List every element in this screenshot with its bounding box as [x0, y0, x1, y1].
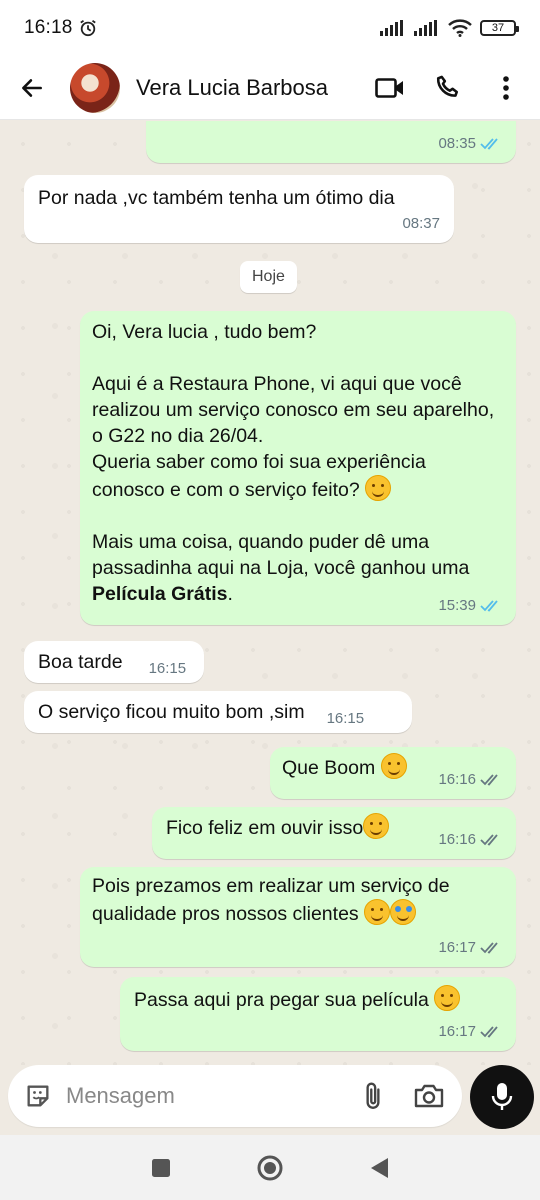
status-time: 16:18	[24, 17, 73, 38]
message-bold-text: Película Grátis	[92, 583, 228, 605]
status-bar: 16:18 37	[0, 0, 540, 56]
message-text-part: Mais uma coisa, quando puder dê uma pass…	[92, 531, 470, 579]
date-chip: Hoje	[240, 261, 297, 293]
sticker-icon[interactable]	[24, 1082, 52, 1110]
message-text: Passa aqui pra pegar sua película	[134, 985, 502, 1013]
back-button-icon[interactable]	[368, 1156, 390, 1180]
phone-icon	[436, 75, 459, 97]
camera-icon[interactable]	[414, 1082, 444, 1110]
wifi-icon	[448, 19, 472, 37]
message-bubble-outgoing[interactable]: Que Boom 16:16	[270, 747, 516, 799]
smiling-face-emoji-icon	[364, 899, 391, 925]
message-composer	[0, 1065, 540, 1135]
message-bubble-outgoing[interactable]: Pois prezamos em realizar um serviço de …	[80, 867, 516, 967]
video-call-button[interactable]	[370, 68, 410, 108]
system-navigation-bar	[0, 1135, 540, 1200]
message-input[interactable]	[66, 1083, 360, 1109]
read-ticks-icon	[480, 138, 498, 150]
message-bubble-outgoing[interactable]: Fico feliz em ouvir isso 16:16	[152, 807, 516, 859]
message-text-part: Oi, Vera lucia , tudo bem? Aqui é a Rest…	[92, 321, 495, 501]
voice-call-button[interactable]	[428, 68, 468, 108]
battery-icon: 37	[480, 20, 519, 36]
chat-area[interactable]: 08:35 Por nada ,vc também tenha um ótimo…	[0, 121, 540, 1065]
message-meta: 16:16	[438, 827, 502, 853]
smiling-face-emoji-icon	[363, 813, 390, 839]
message-meta: 08:35	[438, 131, 502, 157]
alarm-icon	[79, 20, 96, 37]
avatar[interactable]	[70, 62, 120, 113]
message-time: 16:15	[326, 710, 365, 727]
message-text-part: Que Boom	[282, 757, 381, 779]
message-text: Por nada ,vc também tenha um ótimo dia	[38, 187, 395, 209]
message-bubble-incoming[interactable]: O serviço ficou muito bom ,sim 16:15	[24, 691, 412, 733]
signal-icon	[380, 20, 403, 36]
message-text: Pois prezamos em realizar um serviço de …	[92, 873, 502, 927]
message-meta: 16:17	[438, 935, 502, 961]
battery-level: 37	[491, 22, 505, 34]
message-meta: 08:37	[402, 211, 440, 237]
smiling-face-emoji-icon	[380, 753, 407, 779]
signal-icon	[414, 20, 437, 36]
voice-message-button[interactable]	[470, 1065, 534, 1129]
star-struck-emoji-icon	[390, 899, 417, 925]
smiling-face-emoji-icon	[434, 985, 461, 1011]
message-bubble-outgoing[interactable]: Passa aqui pra pegar sua película 16:17	[120, 977, 516, 1051]
delivered-ticks-icon	[480, 942, 498, 954]
back-button[interactable]	[14, 70, 50, 106]
message-time: 16:16	[438, 771, 476, 788]
recents-button-icon[interactable]	[150, 1157, 172, 1179]
contact-name[interactable]: Vera Lucia Barbosa	[136, 75, 352, 101]
paperclip-icon[interactable]	[360, 1081, 386, 1111]
more-options-button[interactable]	[486, 68, 526, 108]
message-time: 08:35	[438, 135, 476, 152]
message-time: 16:15	[148, 660, 187, 677]
delivered-ticks-icon	[480, 834, 498, 846]
home-button-icon[interactable]	[256, 1154, 284, 1182]
message-time: 08:37	[402, 215, 440, 232]
message-text-part: Passa aqui pra pegar sua película	[134, 989, 435, 1011]
more-vertical-icon	[503, 75, 509, 100]
message-text: O serviço ficou muito bom ,sim	[38, 701, 305, 723]
message-time: 16:16	[438, 831, 476, 848]
message-meta: 16:17	[438, 1019, 502, 1045]
message-bubble-outgoing[interactable]: Oi, Vera lucia , tudo bem? Aqui é a Rest…	[80, 311, 516, 625]
message-text-part: .	[227, 583, 233, 605]
video-camera-icon	[375, 77, 403, 98]
message-time: 16:17	[438, 1023, 476, 1040]
chat-header: Vera Lucia Barbosa	[0, 56, 540, 120]
message-bubble-incoming[interactable]: Por nada ,vc também tenha um ótimo dia 0…	[24, 175, 454, 243]
delivered-ticks-icon	[480, 774, 498, 786]
message-time: 16:17	[438, 939, 476, 956]
message-text: Oi, Vera lucia , tudo bem? Aqui é a Rest…	[92, 319, 502, 607]
smiling-face-emoji-icon	[365, 475, 392, 501]
message-input-pill[interactable]	[8, 1065, 462, 1127]
delivered-ticks-icon	[480, 1026, 498, 1038]
message-bubble-incoming[interactable]: Boa tarde 16:15	[24, 641, 204, 683]
message-bubble-outgoing[interactable]: 08:35	[146, 121, 516, 163]
microphone-icon	[491, 1083, 513, 1110]
message-time: 15:39	[438, 597, 476, 614]
message-meta: 15:39	[438, 593, 502, 619]
arrow-left-icon	[22, 78, 42, 97]
message-meta: 16:16	[438, 767, 502, 793]
message-text-part: Fico feliz em ouvir isso	[166, 817, 364, 839]
read-ticks-icon	[480, 600, 498, 612]
message-text: Boa tarde	[38, 651, 123, 673]
